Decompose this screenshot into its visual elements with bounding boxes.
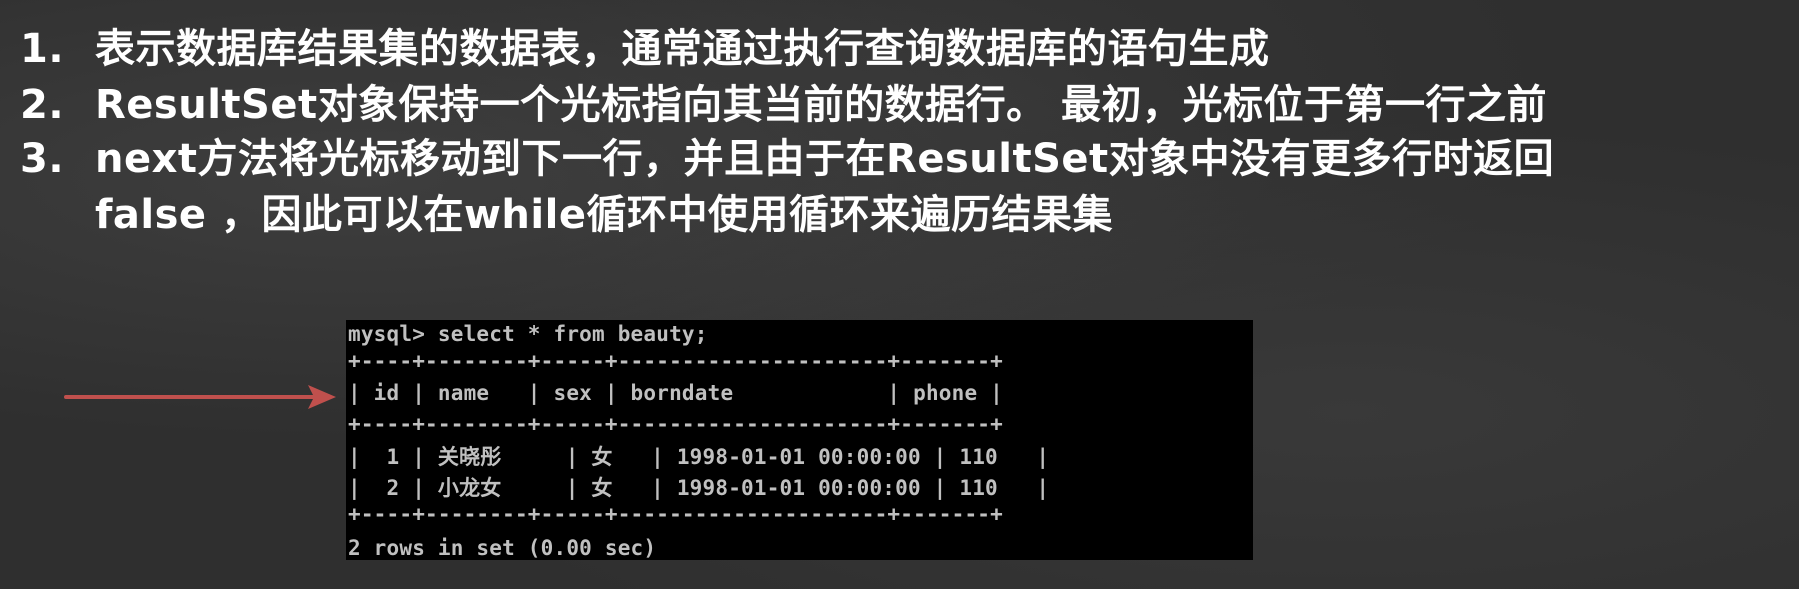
table-border-mid: +----+--------+-----+-------------------… [348,412,1003,436]
table-row: | 1 | 关晓彤 | 女 | 1998-01-01 00:00:00 | 11… [348,445,1050,469]
mysql-console: mysql> select * from beauty; +----+-----… [346,320,1253,560]
table-row: | 2 | 小龙女 | 女 | 1998-01-01 00:00:00 | 11… [348,476,1050,500]
table-border-bottom: +----+--------+-----+-------------------… [348,502,1003,526]
bullet-2-text: ResultSet对象保持一个光标指向其当前的数据行。 最初，光标位于第一行之前 [95,82,1548,128]
console-command: mysql> select * from beauty; [348,322,708,346]
table-header: | id | name | sex | borndate | phone | [348,381,1003,405]
bullet-3-continuation-text: false ，因此可以在while循环中使用循环来遍历结果集 [95,192,1113,238]
table-border-top: +----+--------+-----+-------------------… [348,349,1003,373]
bullet-1-number: 1. [20,26,65,72]
console-result-summary: 2 rows in set (0.00 sec) [348,536,657,560]
bullet-3-text: next方法将光标移动到下一行，并且由于在ResultSet对象中没有更多行时返… [95,136,1555,182]
bullet-3-number: 3. [20,136,65,182]
bullet-2-number: 2. [20,82,65,128]
right-arrow-icon [64,385,336,409]
bullet-1-text: 表示数据库结果集的数据表，通常通过执行查询数据库的语句生成 [95,26,1270,72]
